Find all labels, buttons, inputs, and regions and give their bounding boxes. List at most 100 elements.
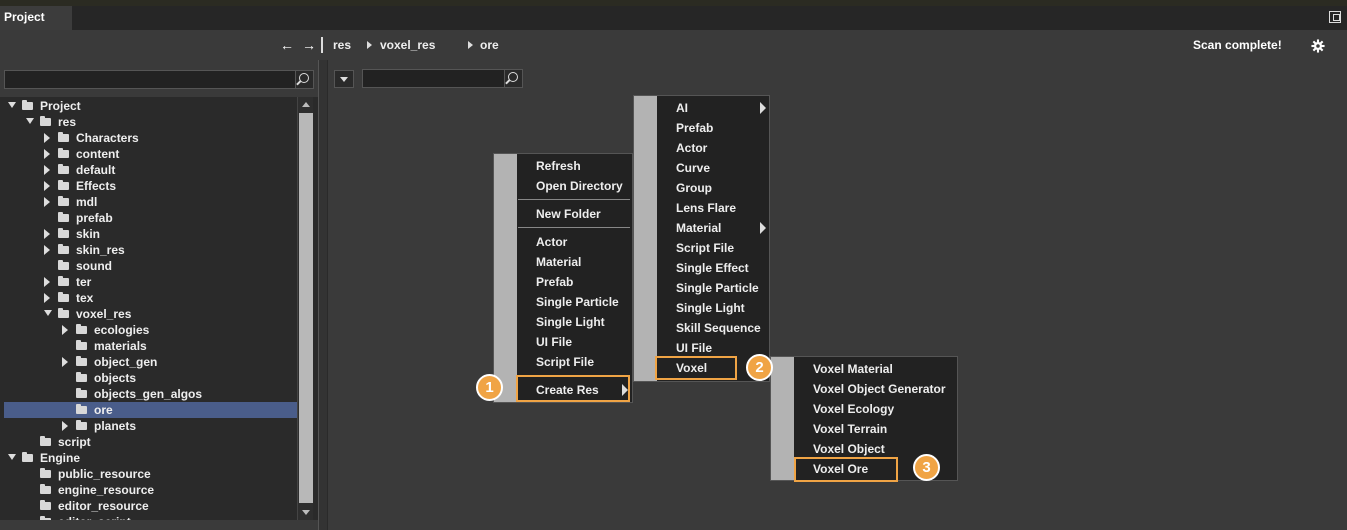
- menu-item-refresh[interactable]: Refresh: [536, 156, 581, 176]
- scroll-up-icon[interactable]: [302, 102, 310, 107]
- submenu-item-curve[interactable]: Curve: [676, 158, 710, 178]
- breadcrumb-voxel-res[interactable]: voxel_res: [380, 38, 435, 52]
- menu-item-actor[interactable]: Actor: [536, 232, 567, 252]
- tree-item-public-resource[interactable]: public_resource: [4, 466, 297, 482]
- submenu-item-actor[interactable]: Actor: [676, 138, 707, 158]
- tree-scrollbar[interactable]: [297, 97, 313, 520]
- voxel-item-voxel-terrain[interactable]: Voxel Terrain: [813, 419, 887, 439]
- collapsed-arrow-icon[interactable]: [44, 133, 50, 143]
- collapsed-arrow-icon[interactable]: [44, 245, 50, 255]
- menu-item-script-file[interactable]: Script File: [536, 352, 594, 372]
- content-search-input[interactable]: [362, 69, 523, 88]
- tree-item-object-gen[interactable]: object_gen: [4, 354, 297, 370]
- folder-icon: [76, 372, 87, 382]
- scrollbar-thumb[interactable]: [299, 113, 313, 503]
- tree-item-voxel-res[interactable]: voxel_res: [4, 306, 297, 322]
- tree-item-label: tex: [76, 291, 94, 305]
- tree-item-characters[interactable]: Characters: [4, 130, 297, 146]
- collapsed-arrow-icon[interactable]: [62, 357, 68, 367]
- tree-item-label: sound: [76, 259, 112, 273]
- scroll-down-icon[interactable]: [302, 510, 310, 515]
- tab-project[interactable]: Project: [0, 6, 72, 30]
- folder-open-icon: [58, 308, 69, 318]
- voxel-item-voxel-ecology[interactable]: Voxel Ecology: [813, 399, 894, 419]
- tree-item-materials[interactable]: materials: [4, 338, 297, 354]
- tree-item-objects[interactable]: objects: [4, 370, 297, 386]
- tree-item-script[interactable]: script: [4, 434, 297, 450]
- expanded-arrow-icon[interactable]: [8, 454, 16, 460]
- tree-item-ter[interactable]: ter: [4, 274, 297, 290]
- tree-item-res[interactable]: res: [4, 114, 297, 130]
- tree-search-button[interactable]: [295, 71, 313, 88]
- breadcrumb-caret-icon[interactable]: [468, 41, 473, 49]
- breadcrumb-res[interactable]: res: [333, 38, 351, 52]
- menu-item-open-directory[interactable]: Open Directory: [536, 176, 623, 196]
- tree-item-engine-resource[interactable]: engine_resource: [4, 482, 297, 498]
- tree-item-project[interactable]: Project: [4, 98, 297, 114]
- tree-item-skin-res[interactable]: skin_res: [4, 242, 297, 258]
- expanded-arrow-icon[interactable]: [8, 102, 16, 108]
- panel-splitter[interactable]: [318, 60, 328, 530]
- tree-item-planets[interactable]: planets: [4, 418, 297, 434]
- tree-search-input[interactable]: [4, 70, 314, 89]
- collapsed-arrow-icon[interactable]: [44, 149, 50, 159]
- back-arrow-icon[interactable]: ←: [280, 37, 294, 53]
- breadcrumb-caret-icon[interactable]: [367, 41, 372, 49]
- menu-item-material[interactable]: Material: [536, 252, 581, 272]
- tree-item-tex[interactable]: tex: [4, 290, 297, 306]
- collapsed-arrow-icon[interactable]: [44, 229, 50, 239]
- expanded-arrow-icon[interactable]: [26, 118, 34, 124]
- voxel-item-voxel-object[interactable]: Voxel Object: [813, 439, 885, 459]
- collapsed-arrow-icon[interactable]: [44, 181, 50, 191]
- collapsed-arrow-icon[interactable]: [62, 325, 68, 335]
- tree-item-ore[interactable]: ore: [4, 402, 297, 418]
- menu-item-prefab[interactable]: Prefab: [536, 272, 573, 292]
- submenu-item-single-light[interactable]: Single Light: [676, 298, 745, 318]
- breadcrumb-ore[interactable]: ore: [480, 38, 499, 52]
- tree-item-editor-resource[interactable]: editor_resource: [4, 498, 297, 514]
- submenu-item-material[interactable]: Material: [676, 218, 721, 238]
- voxel-item-voxel-material[interactable]: Voxel Material: [813, 359, 893, 379]
- submenu-item-prefab[interactable]: Prefab: [676, 118, 713, 138]
- tree-item-prefab[interactable]: prefab: [4, 210, 297, 226]
- submenu-item-script-file[interactable]: Script File: [676, 238, 734, 258]
- tree-item-effects[interactable]: Effects: [4, 178, 297, 194]
- tree-item-skin[interactable]: skin: [4, 226, 297, 242]
- view-dropdown-button[interactable]: [334, 70, 354, 88]
- tree-item-content[interactable]: content: [4, 146, 297, 162]
- menu-item-new-folder[interactable]: New Folder: [536, 204, 601, 224]
- menu-item-single-particle[interactable]: Single Particle: [536, 292, 619, 312]
- tree-item-engine[interactable]: Engine: [4, 450, 297, 466]
- menu-item-ui-file[interactable]: UI File: [536, 332, 572, 352]
- search-icon: [299, 73, 309, 83]
- tree-item-sound[interactable]: sound: [4, 258, 297, 274]
- forward-arrow-icon[interactable]: →: [302, 37, 316, 53]
- collapsed-arrow-icon[interactable]: [44, 197, 50, 207]
- menu-item-single-light[interactable]: Single Light: [536, 312, 605, 332]
- tree-item-default[interactable]: default: [4, 162, 297, 178]
- tree-item-editor-script[interactable]: editor_script: [4, 514, 297, 520]
- content-search-button[interactable]: [504, 70, 522, 87]
- tree-item-objects-gen-algos[interactable]: objects_gen_algos: [4, 386, 297, 402]
- submenu-item-group[interactable]: Group: [676, 178, 712, 198]
- tree-item-label: mdl: [76, 195, 98, 209]
- collapsed-arrow-icon[interactable]: [44, 165, 50, 175]
- expanded-arrow-icon[interactable]: [44, 310, 52, 316]
- voxel-item-voxel-object-generator[interactable]: Voxel Object Generator: [813, 379, 946, 399]
- submenu-item-skill-sequence[interactable]: Skill Sequence: [676, 318, 761, 338]
- submenu-item-single-effect[interactable]: Single Effect: [676, 258, 749, 278]
- collapsed-arrow-icon[interactable]: [44, 293, 50, 303]
- menu-separator: [518, 199, 630, 200]
- submenu-item-single-particle[interactable]: Single Particle: [676, 278, 759, 298]
- gear-icon[interactable]: [1311, 39, 1325, 53]
- restore-icon[interactable]: [1329, 11, 1341, 23]
- submenu-item-lens-flare[interactable]: Lens Flare: [676, 198, 736, 218]
- create-res-submenu: AI Prefab Actor Curve Group Lens Flare Materia…: [633, 95, 770, 382]
- tree-item-label: materials: [94, 339, 147, 353]
- submenu-item-ui-file[interactable]: UI File: [676, 338, 712, 358]
- tree-item-mdl[interactable]: mdl: [4, 194, 297, 210]
- collapsed-arrow-icon[interactable]: [44, 277, 50, 287]
- collapsed-arrow-icon[interactable]: [62, 421, 68, 431]
- submenu-item-ai[interactable]: AI: [676, 98, 688, 118]
- tree-item-ecologies[interactable]: ecologies: [4, 322, 297, 338]
